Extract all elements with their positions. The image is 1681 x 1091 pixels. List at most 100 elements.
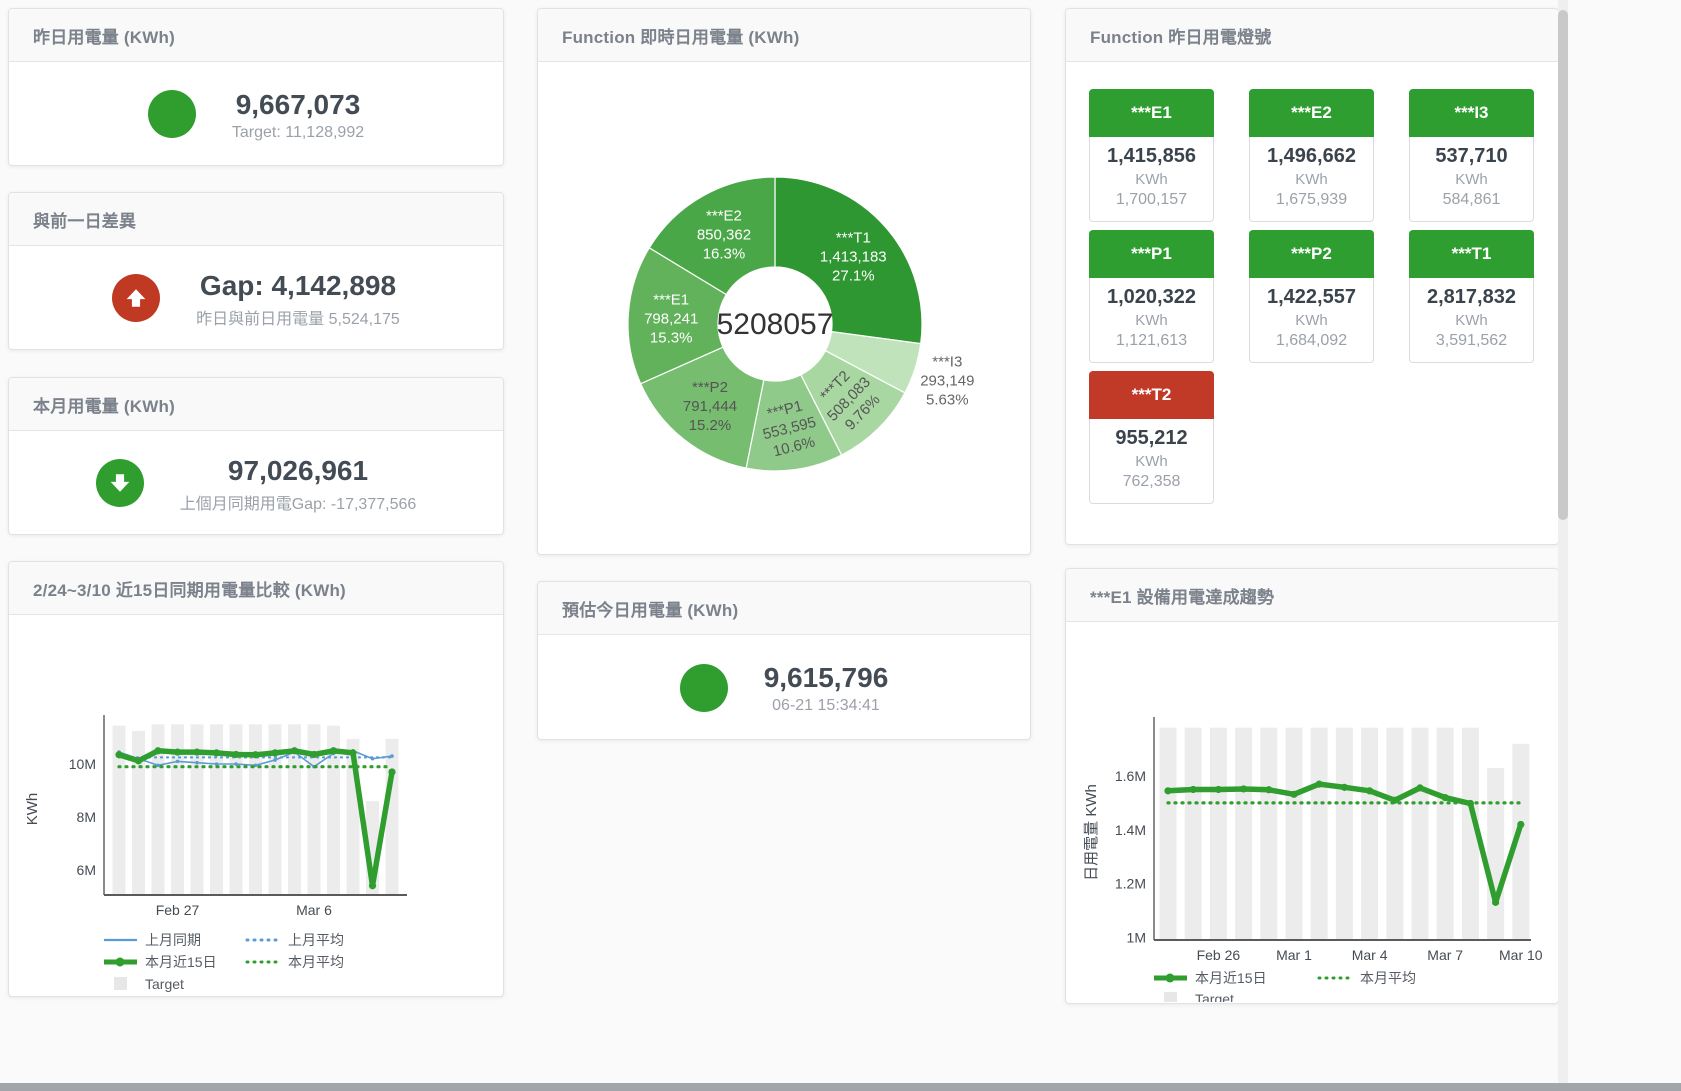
x-tick: Mar 6 (296, 902, 332, 918)
stat-value: 9,615,796 (764, 660, 889, 695)
card-yesterday-usage: 昨日用電量 (KWh) 9,667,073 Target: 11,128,992 (8, 8, 504, 166)
status-circle-icon (680, 664, 728, 712)
legend-swatch-square[interactable] (1164, 992, 1177, 1002)
x-tick: Feb 27 (156, 902, 200, 918)
stat-text: 97,026,961 上個月同期用電Gap: -17,377,566 (180, 453, 417, 514)
device-tile-body: 537,710KWh584,861 (1409, 137, 1534, 222)
legend-item[interactable]: 上月平均 (288, 932, 344, 948)
target-bar (1437, 728, 1454, 940)
card-header: 與前一日差異 (9, 193, 503, 246)
card-header: 2/24~3/10 近15日同期用電量比較 (KWh) (9, 562, 503, 615)
y-tick: 6M (77, 862, 96, 878)
device-value: 1,415,856 (1090, 145, 1213, 168)
card-trend-chart: ***E1 設備用電達成趨勢 1M1.2M1.4M1.6MFeb 26Mar 1… (1065, 568, 1559, 1004)
device-tile: ***T2955,212KWh762,358 (1089, 371, 1214, 504)
card-compare-chart: 2/24~3/10 近15日同期用電量比較 (KWh) 6M 8M 10M Feb 2… (8, 561, 504, 997)
card-header: ***E1 設備用電達成趨勢 (1066, 569, 1558, 622)
legend-item[interactable]: 本月近15日 (145, 954, 217, 970)
stat-body: 9,667,073 Target: 11,128,992 (9, 62, 503, 166)
device-value: 1,020,322 (1090, 286, 1213, 309)
legend-item[interactable]: Target (1195, 991, 1234, 1002)
target-bar (1286, 728, 1303, 940)
legend-item[interactable]: 本月平均 (1360, 970, 1416, 986)
device-unit: KWh (1250, 312, 1373, 329)
card-header: 本月用電量 (KWh) (9, 378, 503, 431)
card-title: ***E1 設備用電達成趨勢 (1090, 583, 1274, 608)
target-bar (1160, 728, 1177, 940)
device-target: 1,700,157 (1090, 191, 1213, 209)
stat-value: Gap: 4,142,898 (196, 268, 400, 303)
device-tile-status-header: ***E2 (1249, 89, 1374, 137)
vertical-scrollbar-thumb[interactable] (1558, 10, 1568, 520)
device-target: 1,675,939 (1250, 191, 1373, 209)
target-bar (1412, 728, 1429, 940)
stat-text: Gap: 4,142,898 昨日與前日用電量 5,524,175 (196, 268, 400, 329)
x-tick: Feb 26 (1197, 947, 1241, 963)
y-axis-label: 日用電量 KWh (1083, 784, 1100, 881)
device-tile-status-header: ***E1 (1089, 89, 1214, 137)
target-bar (1361, 728, 1378, 940)
y-axis-label: KWh (24, 793, 41, 826)
card-month-usage: 本月用電量 (KWh) 97,026,961 上個月同期用電Gap: -17,3… (8, 377, 504, 535)
device-tile-status-header: ***I3 (1409, 89, 1534, 137)
legend-item[interactable]: 上月同期 (145, 932, 201, 948)
y-tick: 1.4M (1115, 822, 1146, 838)
y-tick: 1.2M (1115, 876, 1146, 892)
device-tile-status-header: ***T2 (1089, 371, 1214, 419)
legend-swatch-square[interactable] (114, 977, 127, 990)
device-tile: ***I3537,710KWh584,861 (1409, 89, 1534, 222)
device-tile-status-header: ***T1 (1409, 230, 1534, 278)
card-title: 2/24~3/10 近15日同期用電量比較 (KWh) (33, 576, 346, 601)
device-target: 762,358 (1090, 473, 1213, 491)
realtime-donut-chart[interactable]: ***T11,413,18327.1%***I3293,1495.63%***T… (538, 62, 1028, 553)
stat-subtitle: Target: 11,128,992 (232, 124, 364, 142)
target-bar (1235, 728, 1252, 940)
target-bar (1185, 728, 1202, 940)
device-unit: KWh (1410, 312, 1533, 329)
device-tile-status-header: ***P1 (1089, 230, 1214, 278)
card-title: 昨日用電量 (KWh) (33, 23, 175, 48)
legend-item[interactable]: 本月近15日 (1195, 970, 1267, 986)
card-diff-prev-day: 與前一日差異 Gap: 4,142,898 昨日與前日用電量 5,524,175 (8, 192, 504, 350)
device-tile-body: 955,212KWh762,358 (1089, 419, 1214, 504)
device-target: 584,861 (1410, 191, 1533, 209)
trend-line-chart[interactable]: 1M1.2M1.4M1.6MFeb 26Mar 1Mar 4Mar 7Mar 1… (1066, 622, 1556, 1002)
status-circle-icon (148, 90, 196, 138)
device-tile-body: 1,422,557KWh1,684,092 (1249, 278, 1374, 363)
device-unit: KWh (1090, 453, 1213, 470)
y-tick: 8M (77, 809, 96, 825)
legend-item[interactable]: 本月平均 (288, 954, 344, 970)
device-tiles-grid: ***E11,415,856KWh1,700,157***E21,496,662… (1089, 89, 1534, 504)
pie-center-total: 5208057 (717, 308, 834, 341)
target-bar (308, 724, 321, 895)
y-tick: 1.6M (1115, 768, 1146, 784)
device-unit: KWh (1090, 312, 1213, 329)
target-bar (249, 724, 262, 895)
device-value: 1,496,662 (1250, 145, 1373, 168)
card-header: 預估今日用電量 (KWh) (538, 582, 1030, 635)
compare-line-chart[interactable]: 6M 8M 10M Feb 27 Mar 6 KWh 上月同期 上月平均本月近15日 本月平均 T… (9, 615, 501, 995)
device-value: 537,710 (1410, 145, 1533, 168)
stat-value: 97,026,961 (180, 453, 417, 488)
y-tick: 10M (69, 756, 96, 772)
dashboard: 昨日用電量 (KWh) 9,667,073 Target: 11,128,992… (0, 0, 1681, 1091)
device-tile: ***P11,020,322KWh1,121,613 (1089, 230, 1214, 363)
vertical-scrollbar[interactable] (1558, 0, 1568, 1083)
horizontal-bottom-bar (0, 1083, 1681, 1091)
device-tile-body: 2,817,832KWh3,591,562 (1409, 278, 1534, 363)
device-target: 3,591,562 (1410, 332, 1533, 350)
device-tile: ***E11,415,856KWh1,700,157 (1089, 89, 1214, 222)
stat-value: 9,667,073 (232, 87, 364, 122)
target-bar (1336, 728, 1353, 940)
stat-body: 97,026,961 上個月同期用電Gap: -17,377,566 (9, 431, 503, 535)
card-estimate-today: 預估今日用電量 (KWh) 9,615,796 06-21 15:34:41 (537, 581, 1031, 740)
card-title: 預估今日用電量 (KWh) (562, 596, 738, 621)
card-lights: Function 昨日用電燈號 ***E11,415,856KWh1,700,1… (1065, 8, 1559, 545)
device-target: 1,684,092 (1250, 332, 1373, 350)
stat-body: Gap: 4,142,898 昨日與前日用電量 5,524,175 (9, 246, 503, 350)
x-tick: Mar 10 (1499, 947, 1543, 963)
legend-item[interactable]: Target (145, 976, 184, 992)
stat-subtitle: 上個月同期用電Gap: -17,377,566 (180, 490, 417, 514)
device-tile-body: 1,496,662KWh1,675,939 (1249, 137, 1374, 222)
device-tile-body: 1,415,856KWh1,700,157 (1089, 137, 1214, 222)
